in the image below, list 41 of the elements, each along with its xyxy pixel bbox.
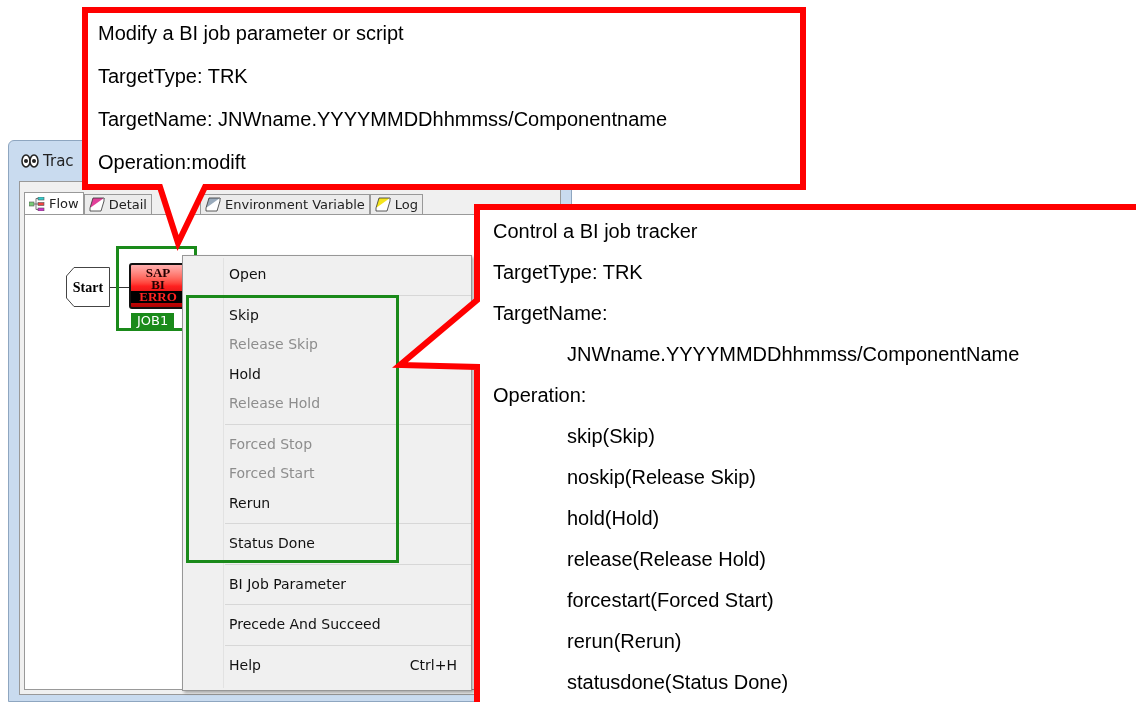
callout-text: noskip(Release Skip) <box>567 464 756 490</box>
job-icon-text: SAP <box>145 267 171 279</box>
tab[interactable]: Flow <box>24 192 84 214</box>
job-icon-text: BI <box>151 279 165 291</box>
callout-text: Operation:modift <box>98 149 246 175</box>
job-label[interactable]: JOB1 <box>131 313 175 329</box>
menu-item[interactable]: BI Job Parameter <box>225 569 351 599</box>
callout-text: TargetType: TRK <box>98 63 248 89</box>
notebook-icon <box>374 197 391 212</box>
connector-line <box>110 287 129 288</box>
start-node[interactable]: Start <box>66 267 110 307</box>
callout-text: statusdone(Status Done) <box>567 669 789 695</box>
callout-text: TargetType: TRK <box>493 259 643 285</box>
notebook-icon <box>205 197 221 212</box>
menu-item[interactable]: Status Done <box>225 529 319 559</box>
tab[interactable]: Detail <box>83 194 152 214</box>
menu-item[interactable]: Skip <box>225 300 263 330</box>
callout-text: Modify a BI job parameter or script <box>98 20 404 46</box>
window-title: Trac <box>43 150 74 172</box>
tab[interactable]: Log <box>369 194 423 214</box>
callout-text: skip(Skip) <box>567 423 655 449</box>
callout-text: rerun(Rerun) <box>567 628 682 654</box>
callout-text: Control a BI job tracker <box>493 218 698 244</box>
menu-item[interactable]: Open <box>225 260 271 290</box>
callout-text: Operation: <box>493 382 587 408</box>
shortcut-text: Ctrl+H <box>409 655 457 675</box>
callout-text: hold(Hold) <box>567 505 660 531</box>
callout-text: TargetName: JNWname.YYYYMMDDhhmmss/Componentname <box>98 106 668 132</box>
eyes-icon <box>21 154 39 168</box>
callout-text: JNWname.YYYYMMDDhhmmss/ComponentName <box>567 341 1020 367</box>
flow-chart-icon <box>29 196 45 211</box>
menu-item[interactable]: Help Ctrl+H <box>225 650 465 680</box>
tab[interactable]: Environment Variable <box>200 194 370 214</box>
callout-text: forcestart(Forced Start) <box>567 587 774 613</box>
menu-item[interactable]: Rerun <box>225 488 275 518</box>
callout-text: release(Release Hold) <box>567 546 766 572</box>
job-icon-text: ERRO <box>131 291 185 303</box>
callout-text: TargetName: <box>493 300 608 326</box>
menu-item[interactable]: Precede And Succeed <box>225 610 385 640</box>
menu-item[interactable]: Hold <box>225 359 265 389</box>
notebook-icon <box>88 197 105 212</box>
